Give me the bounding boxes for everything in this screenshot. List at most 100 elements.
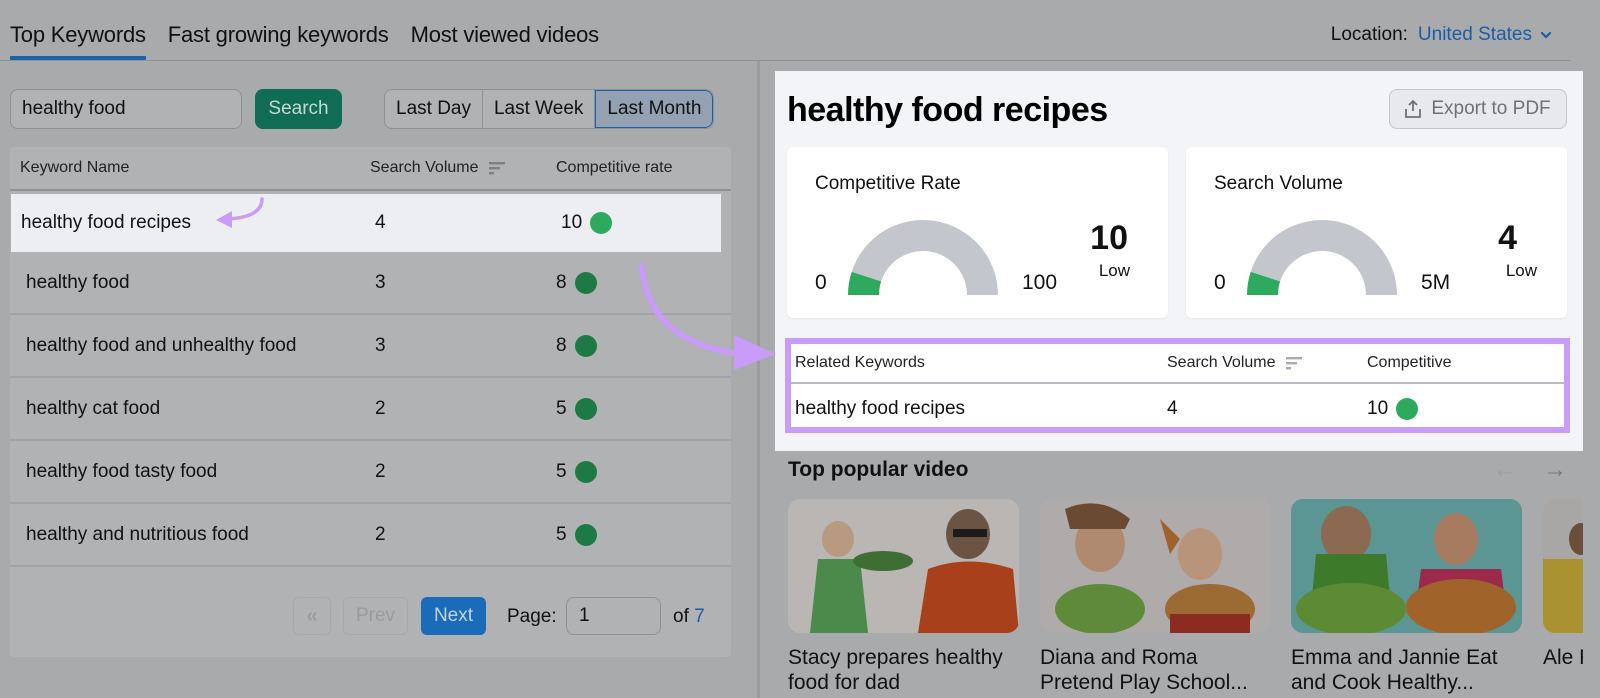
table-row[interactable]: healthy food recipes 4 10 bbox=[11, 194, 721, 252]
rate-value: 8 bbox=[556, 271, 567, 293]
search-volume-card: Search Volume 0 5M 4 Low bbox=[1186, 147, 1567, 318]
keyword-volume: 3 bbox=[375, 334, 386, 356]
competition-dot-icon bbox=[574, 397, 597, 420]
carousel-prev-arrow-icon[interactable]: ← bbox=[1493, 456, 1517, 484]
total-pages: 7 bbox=[694, 606, 705, 627]
keyword-rate: 10 bbox=[561, 212, 613, 234]
keyword-search-input[interactable]: healthy food bbox=[10, 89, 242, 129]
gauge-min: 0 bbox=[1214, 271, 1226, 294]
table-row[interactable]: healthy and nutritious food 2 5 bbox=[10, 504, 731, 567]
gauge-min: 0 bbox=[815, 271, 827, 294]
page-label: Page: bbox=[507, 606, 557, 627]
keyword-rate: 8 bbox=[556, 271, 597, 294]
page-number-input[interactable]: 1 bbox=[566, 597, 661, 635]
prev-page-button[interactable]: Prev bbox=[343, 597, 408, 635]
competition-dot-icon bbox=[1396, 397, 1419, 420]
keyword-rate: 5 bbox=[556, 460, 597, 483]
keyword-volume: 4 bbox=[375, 212, 386, 233]
header-search-volume[interactable]: Search Volume bbox=[370, 159, 556, 177]
gauge-level: Low bbox=[1505, 261, 1537, 280]
gauge-max: 5M bbox=[1421, 271, 1451, 294]
table-row[interactable]: healthy food recipes 4 10 bbox=[791, 384, 1564, 433]
rate-value: 5 bbox=[556, 460, 567, 482]
panel-splitter[interactable] bbox=[757, 61, 760, 698]
video-card[interactable]: Emma and Jannie Eat and Cook Healthy... bbox=[1291, 499, 1522, 695]
header-competitive[interactable]: Competitive bbox=[1367, 354, 1451, 372]
keyword-rate: 8 bbox=[556, 334, 597, 357]
period-last-day[interactable]: Last Day bbox=[385, 90, 483, 128]
video-thumbnail-image bbox=[1291, 499, 1522, 633]
video-title[interactable]: Diana and Roma Pretend Play School... bbox=[1040, 645, 1271, 695]
first-page-button[interactable]: « bbox=[293, 597, 331, 635]
video-thumbnail[interactable] bbox=[1543, 499, 1583, 633]
period-toggle: Last Day Last Week Last Month bbox=[384, 89, 715, 129]
location-value[interactable]: United States bbox=[1418, 24, 1532, 46]
table-row[interactable]: healthy food 3 8 bbox=[10, 252, 731, 315]
video-title[interactable]: Stacy prepares healthy food for dad bbox=[788, 645, 1019, 695]
page-total: of 7 bbox=[673, 606, 705, 628]
location-label: Location: bbox=[1330, 24, 1408, 45]
related-header: Related Keywords Search Volume Competiti… bbox=[791, 344, 1564, 384]
keyword-name: healthy food and unhealthy food bbox=[26, 334, 297, 356]
video-card[interactable]: Stacy prepares healthy food for dad bbox=[788, 499, 1019, 695]
competition-dot-icon bbox=[574, 523, 597, 546]
header-search-volume-label: Search Volume bbox=[370, 159, 479, 176]
tab-most-viewed-videos[interactable]: Most viewed videos bbox=[411, 22, 600, 60]
keyword-name: healthy and nutritious food bbox=[26, 523, 249, 545]
video-thumbnail[interactable] bbox=[1040, 499, 1271, 633]
related-keywords-table: Related Keywords Search Volume Competiti… bbox=[785, 338, 1570, 433]
header-competitive-rate[interactable]: Competitive rate bbox=[556, 159, 673, 177]
competitive-rate-card: Competitive Rate 0 100 10 Low bbox=[787, 147, 1168, 318]
header-related-keywords[interactable]: Related Keywords bbox=[791, 354, 1167, 372]
popular-video-title: Top popular video bbox=[788, 458, 969, 481]
video-card[interactable]: Diana and Roma Pretend Play School... bbox=[1040, 499, 1271, 695]
keyword-volume: 2 bbox=[375, 523, 386, 545]
table-row[interactable]: healthy food tasty food 2 5 bbox=[10, 441, 731, 504]
detail-title: healthy food recipes bbox=[787, 91, 1108, 129]
rate-value: 10 bbox=[561, 212, 583, 233]
keyword-volume: 3 bbox=[375, 271, 386, 293]
metric-title: Search Volume bbox=[1214, 173, 1343, 194]
search-volume-gauge bbox=[1247, 220, 1397, 295]
keyword-name: healthy cat food bbox=[26, 397, 161, 419]
main-tabs: Top Keywords Fast growing keywords Most … bbox=[10, 0, 621, 60]
gauge-max: 100 bbox=[1022, 271, 1058, 294]
keyword-rate: 5 bbox=[556, 523, 597, 546]
table-row[interactable]: healthy cat food 2 5 bbox=[10, 378, 731, 441]
sort-icon[interactable] bbox=[1285, 356, 1302, 370]
video-thumbnail-image bbox=[1543, 499, 1583, 633]
upload-icon bbox=[1405, 100, 1422, 118]
tab-divider bbox=[0, 60, 1570, 61]
header-search-volume[interactable]: Search Volume bbox=[1167, 354, 1367, 372]
competition-dot-icon bbox=[574, 271, 597, 294]
location-selector[interactable]: Location: United States bbox=[1331, 24, 1552, 46]
video-thumbnail[interactable] bbox=[1291, 499, 1522, 633]
video-card[interactable]: Ale Pla bbox=[1543, 499, 1583, 670]
period-last-week[interactable]: Last Week bbox=[483, 90, 596, 128]
header-search-volume-label: Search Volume bbox=[1167, 354, 1276, 371]
keyword-name: healthy food recipes bbox=[21, 212, 192, 233]
video-thumbnail[interactable] bbox=[788, 499, 1019, 633]
rate-value: 5 bbox=[556, 397, 567, 419]
related-keyword-volume: 4 bbox=[1167, 397, 1178, 419]
video-thumbnail-image bbox=[788, 499, 1019, 633]
video-title[interactable]: Emma and Jannie Eat and Cook Healthy... bbox=[1291, 645, 1522, 695]
search-button[interactable]: Search bbox=[255, 89, 342, 129]
keyword-detail-panel: healthy food recipes Export to PDF Compe… bbox=[775, 71, 1583, 451]
video-title[interactable]: Ale Pla bbox=[1543, 645, 1583, 670]
export-pdf-button[interactable]: Export to PDF bbox=[1389, 89, 1567, 129]
next-page-button[interactable]: Next bbox=[421, 597, 486, 635]
competitive-rate-gauge bbox=[848, 220, 998, 295]
tab-top-keywords[interactable]: Top Keywords bbox=[10, 22, 146, 60]
keyword-name: healthy food tasty food bbox=[26, 460, 218, 482]
keyword-rate: 5 bbox=[556, 397, 597, 420]
related-keyword-rate: 10 bbox=[1367, 397, 1419, 420]
keyword-name: healthy food bbox=[26, 271, 130, 293]
chevron-down-icon[interactable] bbox=[1540, 29, 1552, 41]
sort-icon[interactable] bbox=[488, 161, 505, 175]
table-row[interactable]: healthy food and unhealthy food 3 8 bbox=[10, 315, 731, 378]
tab-fast-growing-keywords[interactable]: Fast growing keywords bbox=[168, 22, 389, 60]
carousel-next-arrow-icon[interactable]: → bbox=[1543, 456, 1567, 484]
period-last-month[interactable]: Last Month bbox=[595, 90, 714, 128]
header-keyword-name[interactable]: Keyword Name bbox=[10, 159, 370, 177]
